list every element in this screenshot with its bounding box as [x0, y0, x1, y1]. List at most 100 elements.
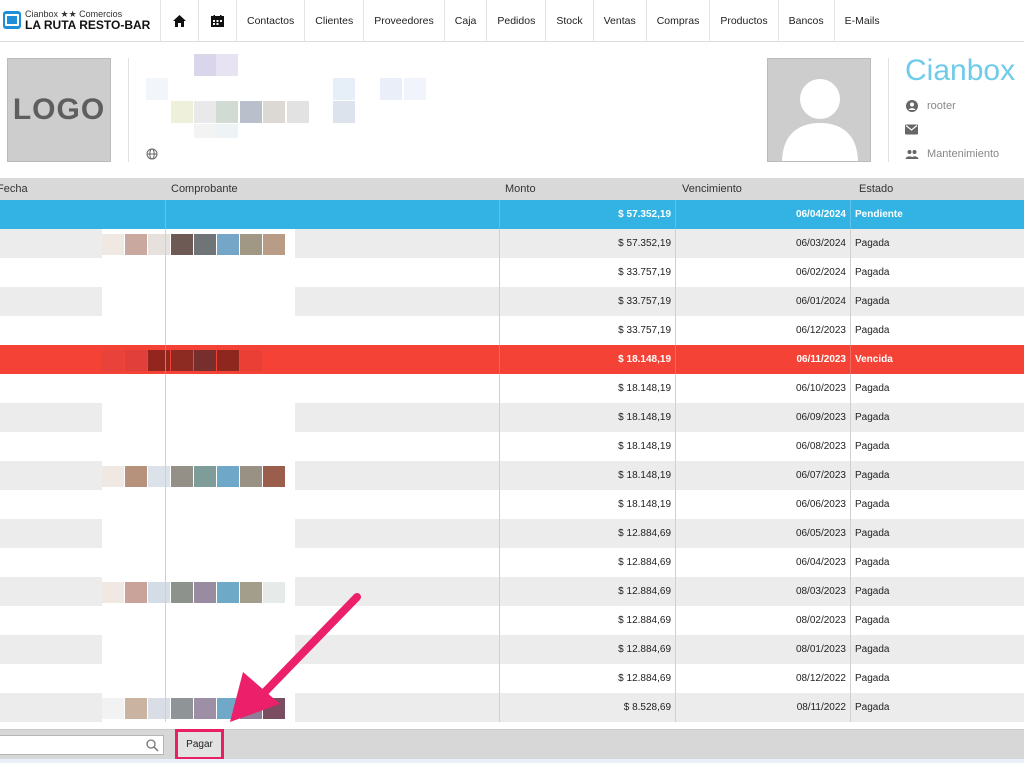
business-name: LA RUTA RESTO-BAR [25, 18, 151, 32]
redacted-pixel [148, 350, 170, 371]
monto-cell: $ 18.148,19 [618, 499, 671, 510]
monto-cell: $ 57.352,19 [618, 238, 671, 249]
nav-proveedores[interactable]: Proveedores [363, 0, 444, 42]
table-row[interactable]: $ 12.884,69 06/05/2023 Pagada [0, 519, 1024, 548]
user-group: Mantenimiento [927, 148, 1000, 160]
col-vencimiento[interactable]: Vencimiento [682, 183, 742, 195]
vencimiento-cell: 08/02/2023 [795, 615, 846, 626]
column-divider [850, 519, 851, 548]
col-estado[interactable]: Estado [859, 183, 893, 195]
column-divider [850, 229, 851, 258]
group-row: Mantenimiento [905, 148, 999, 160]
table-row[interactable]: $ 12.884,69 08/02/2023 Pagada [0, 606, 1024, 635]
annotation-arrow-icon [230, 593, 361, 722]
globe-icon [146, 148, 158, 160]
estado-cell: Pagada [855, 644, 890, 655]
col-fecha[interactable]: Fecha [0, 183, 28, 195]
nav-contactos[interactable]: Contactos [236, 0, 304, 42]
table-row[interactable]: $ 12.884,69 08/01/2023 Pagada [0, 635, 1024, 664]
column-divider [165, 200, 166, 229]
col-comprobante[interactable]: Comprobante [171, 183, 238, 195]
column-divider [165, 548, 166, 577]
redacted-pixel [102, 698, 124, 719]
monto-cell: $ 12.884,69 [618, 673, 671, 684]
table-row[interactable]: $ 18.148,19 06/06/2023 Pagada [0, 490, 1024, 519]
table-row[interactable]: $ 33.757,19 06/01/2024 Pagada [0, 287, 1024, 316]
table-footer: Pagar [0, 729, 1024, 760]
table-row[interactable]: $ 57.352,19 06/03/2024 Pagada [0, 229, 1024, 258]
table-row[interactable]: $ 8.528,69 08/11/2022 Pagada [0, 693, 1024, 722]
table-row[interactable]: $ 33.757,19 06/02/2024 Pagada [0, 258, 1024, 287]
top-navbar: Cianbox ★★ Comercios LA RUTA RESTO-BAR C… [0, 0, 1024, 42]
nav-clientes[interactable]: Clientes [304, 0, 363, 42]
redacted-pixel [125, 698, 147, 719]
nav-caja[interactable]: Caja [443, 0, 487, 42]
vencimiento-cell: 06/12/2023 [795, 325, 846, 336]
divider [128, 58, 129, 162]
redacted-pixel [102, 582, 124, 603]
table-row[interactable]: $ 18.148,19 06/07/2023 Pagada [0, 461, 1024, 490]
monto-cell: $ 18.148,19 [618, 441, 671, 452]
company-name: Cianbox [905, 54, 1016, 87]
vencimiento-cell: 06/10/2023 [795, 383, 846, 394]
estado-cell: Pagada [855, 325, 890, 336]
redacted-pixel [217, 350, 239, 371]
estado-cell: Pagada [855, 383, 890, 394]
table-row[interactable]: $ 18.148,19 06/09/2023 Pagada [0, 403, 1024, 432]
comprobante-cell-redacted [102, 374, 295, 403]
nav-pedidos[interactable]: Pedidos [486, 0, 545, 42]
estado-cell: Pagada [855, 557, 890, 568]
invoice-table: $ 57.352,19 06/04/2024 Pendiente $ 57.352,1… [0, 200, 1024, 722]
col-monto[interactable]: Monto [505, 183, 536, 195]
brand-logo-icon [3, 11, 21, 29]
estado-cell: Pagada [855, 673, 890, 684]
estado-cell: Pagada [855, 470, 890, 481]
table-row[interactable]: $ 12.884,69 08/12/2022 Pagada [0, 664, 1024, 693]
brand[interactable]: Cianbox ★★ Comercios LA RUTA RESTO-BAR [3, 9, 150, 31]
redacted-pixel [125, 582, 147, 603]
table-row[interactable]: $ 18.148,19 06/11/2023 Vencida [0, 345, 1024, 374]
redacted-pixel [171, 234, 193, 255]
nav-emails[interactable]: E-Mails [833, 0, 890, 42]
table-row[interactable]: $ 18.148,19 06/08/2023 Pagada [0, 432, 1024, 461]
redacted-pixel [194, 234, 216, 255]
monto-cell: $ 12.884,69 [618, 528, 671, 539]
nav-home[interactable] [160, 0, 198, 42]
column-divider [165, 403, 166, 432]
vencimiento-cell: 08/12/2022 [795, 673, 846, 684]
redacted-pixel [102, 234, 124, 255]
redacted-pixel [263, 234, 285, 255]
pay-button[interactable]: Pagar [186, 739, 213, 750]
nav-calendar[interactable] [198, 0, 236, 42]
redacted-pixel [240, 466, 262, 487]
table-row[interactable]: $ 33.757,19 06/12/2023 Pagada [0, 316, 1024, 345]
redacted-pixel [125, 350, 147, 371]
group-icon [905, 150, 919, 159]
estado-cell: Pagada [855, 296, 890, 307]
redacted-pixel [171, 698, 193, 719]
nav-stock[interactable]: Stock [545, 0, 592, 42]
avatar [767, 58, 871, 162]
nav-ventas[interactable]: Ventas [592, 0, 646, 42]
search-icon[interactable] [146, 739, 159, 752]
table-row[interactable]: $ 12.884,69 08/03/2023 Pagada [0, 577, 1024, 606]
estado-cell: Pagada [855, 499, 890, 510]
column-divider [850, 577, 851, 606]
comprobante-cell-redacted [102, 287, 295, 316]
main-nav: Contactos Clientes Proveedores Caja Pedi… [160, 0, 890, 42]
redacted-pixel [148, 234, 170, 255]
nav-bancos[interactable]: Bancos [777, 0, 834, 42]
estado-cell: Pagada [855, 586, 890, 597]
search-input[interactable] [0, 735, 164, 755]
redacted-pixel [217, 234, 239, 255]
nav-compras[interactable]: Compras [645, 0, 710, 42]
table-row[interactable]: $ 18.148,19 06/10/2023 Pagada [0, 374, 1024, 403]
table-row[interactable]: $ 57.352,19 06/04/2024 Pendiente [0, 200, 1024, 229]
estado-cell: Pagada [855, 441, 890, 452]
column-divider [165, 693, 166, 722]
column-divider [165, 635, 166, 664]
nav-productos[interactable]: Productos [709, 0, 777, 42]
redacted-pixel [171, 582, 193, 603]
table-row[interactable]: $ 12.884,69 06/04/2023 Pagada [0, 548, 1024, 577]
redacted-pixel [217, 466, 239, 487]
